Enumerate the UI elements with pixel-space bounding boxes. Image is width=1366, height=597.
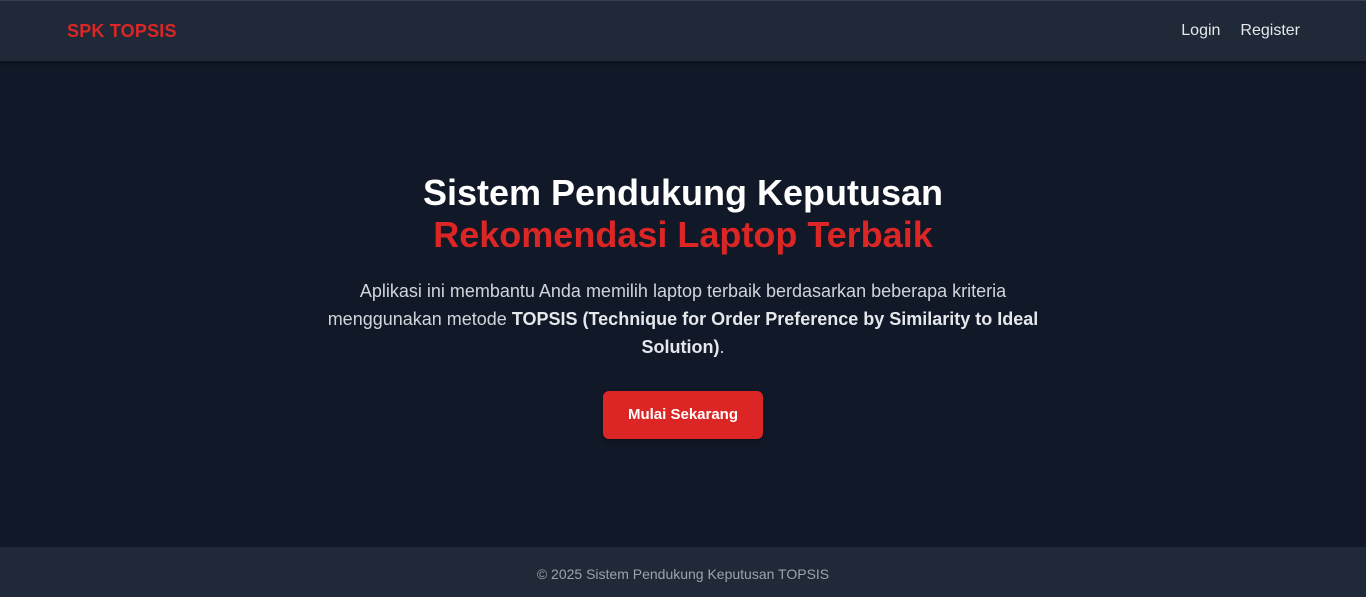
navbar: SPK TOPSIS Login Register: [0, 0, 1366, 62]
login-link[interactable]: Login: [1181, 22, 1220, 40]
hero-title: Sistem Pendukung Keputusan Rekomendasi L…: [0, 172, 1366, 256]
hero-title-accent: Rekomendasi Laptop Terbaik: [433, 214, 933, 255]
brand-logo-link[interactable]: SPK TOPSIS: [67, 21, 177, 42]
hero-description-period: .: [719, 337, 725, 357]
hero-description: Aplikasi ini membantu Anda memilih lapto…: [323, 277, 1043, 361]
nav-links: Login Register: [1181, 22, 1300, 40]
footer: © 2025 Sistem Pendukung Keputusan TOPSIS: [0, 547, 1366, 597]
hero-description-method: TOPSIS (Technique for Order Preference b…: [511, 309, 1039, 357]
start-now-button[interactable]: Mulai Sekarang: [603, 391, 763, 439]
hero-title-line1: Sistem Pendukung Keputusan: [422, 172, 944, 213]
hero-section: Sistem Pendukung Keputusan Rekomendasi L…: [0, 62, 1366, 547]
footer-copyright: © 2025 Sistem Pendukung Keputusan TOPSIS: [536, 566, 830, 582]
register-link[interactable]: Register: [1240, 22, 1300, 40]
